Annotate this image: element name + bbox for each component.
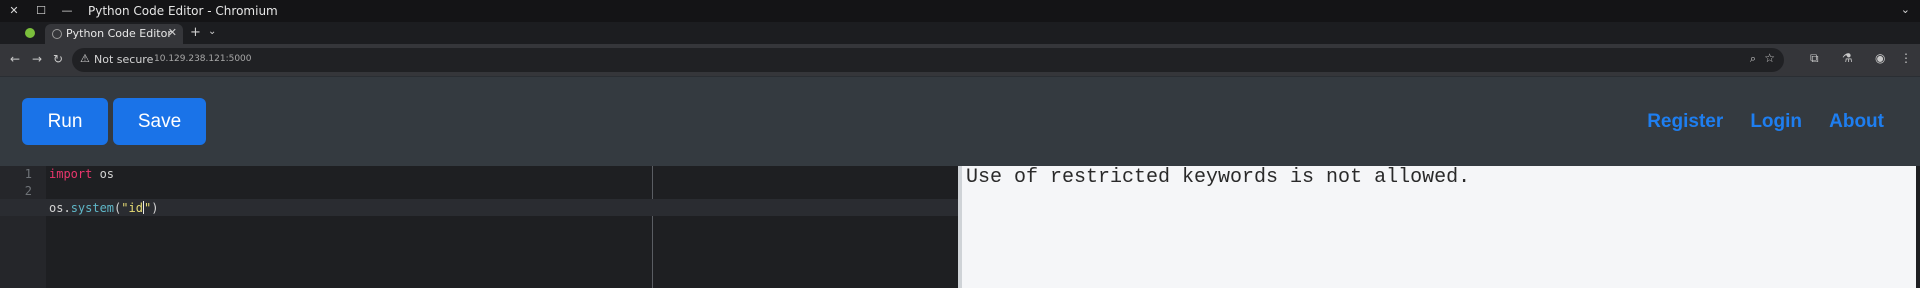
address-bar[interactable]: ⚠ Not secure 10.129.238.121:5000 ⌕ ☆ <box>72 48 1784 72</box>
new-tab-icon[interactable]: + <box>190 25 201 40</box>
register-link[interactable]: Register <box>1647 111 1723 132</box>
about-link[interactable]: About <box>1829 111 1884 132</box>
line-number: 2 <box>24 184 32 198</box>
favicon-icon <box>52 29 62 39</box>
line-number: 1 <box>24 167 32 181</box>
code-token: ) <box>151 201 159 215</box>
code-line-1[interactable]: import os <box>49 167 114 181</box>
bookmark-star-icon[interactable]: ☆ <box>1764 51 1775 65</box>
tab-label: Python Code Editor <box>66 27 172 40</box>
browser-menu-icon[interactable]: ⋮ <box>1900 51 1912 65</box>
ruler-line <box>652 166 653 199</box>
profile-icon[interactable]: ◉ <box>1875 51 1885 65</box>
zoom-icon[interactable]: ⌕ <box>1750 52 1756 66</box>
ruler-line <box>652 216 653 288</box>
tab-python-code-editor[interactable]: Python Code Editor ✕ <box>45 24 183 44</box>
reload-icon[interactable]: ↻ <box>53 52 63 66</box>
keyword-token: import <box>49 167 93 181</box>
not-secure-warning-icon[interactable]: ⚠ <box>80 52 90 65</box>
url-text[interactable]: 10.129.238.121:5000 <box>154 54 252 64</box>
tab-group-dot-icon[interactable] <box>25 28 35 38</box>
line-number-gutter: 1 2 3 <box>0 166 46 288</box>
window-menu-chevron-icon[interactable]: ⌄ <box>1901 3 1910 16</box>
login-link[interactable]: Login <box>1750 111 1802 132</box>
back-icon[interactable]: ← <box>10 52 20 66</box>
string-token: "id <box>121 201 143 215</box>
minimize-window-icon[interactable]: — <box>59 3 75 19</box>
tab-search-chevron-icon[interactable]: ⌄ <box>208 26 216 37</box>
window-titlebar: ✕ ☐ — Python Code Editor - Chromium ⌄ <box>0 0 1920 22</box>
output-panel: Use of restricted keywords is not allowe… <box>958 166 1916 288</box>
run-button[interactable]: Run <box>22 98 108 145</box>
security-label[interactable]: Not secure <box>94 53 153 66</box>
code-line-3[interactable]: os.system("id") <box>49 201 158 215</box>
extensions-icon[interactable]: ⧉ <box>1810 51 1819 66</box>
window-title: Python Code Editor - Chromium <box>88 4 278 18</box>
maximize-window-icon[interactable]: ☐ <box>33 3 49 19</box>
save-button[interactable]: Save <box>113 98 206 145</box>
tab-close-icon[interactable]: ✕ <box>168 26 177 39</box>
code-token: os. <box>49 201 71 215</box>
code-token: os <box>92 167 115 181</box>
labs-flask-icon[interactable]: ⚗ <box>1842 51 1853 65</box>
browser-toolbar: ← → ↻ ⚠ Not secure 10.129.238.121:5000 ⌕… <box>0 44 1920 76</box>
function-token: system <box>70 201 115 215</box>
close-window-icon[interactable]: ✕ <box>6 3 22 19</box>
output-message: Use of restricted keywords is not allowe… <box>966 166 1471 189</box>
page-navbar: Run Save Register Login About <box>0 76 1920 166</box>
forward-icon[interactable]: → <box>32 52 42 66</box>
tab-strip: Python Code Editor ✕ + ⌄ <box>0 22 1920 44</box>
code-editor[interactable]: 1 2 3 import os os.system("id") <box>0 166 958 288</box>
nav-links: Register Login About <box>1625 111 1884 133</box>
